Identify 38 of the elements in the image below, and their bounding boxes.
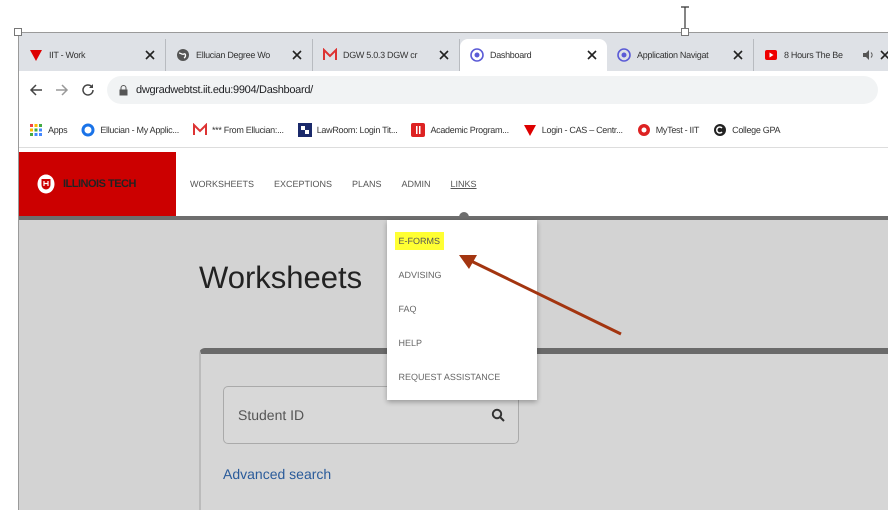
browser-tab[interactable]: Dashboard bbox=[460, 39, 607, 71]
bookmark-label: MyTest - IIT bbox=[656, 125, 700, 135]
bookmark-label: College GPA bbox=[732, 125, 780, 135]
tab-title: IIT - Work bbox=[49, 50, 86, 60]
tab-title: 8 Hours The Be bbox=[784, 50, 844, 60]
bookmark[interactable]: Academic Program... bbox=[411, 123, 509, 137]
bookmark[interactable]: Apps bbox=[29, 123, 68, 137]
nav-link[interactable]: LINKS bbox=[450, 179, 477, 189]
bookmark[interactable]: College GPA bbox=[713, 123, 780, 137]
bookmark-label: Login - CAS – Centr... bbox=[542, 125, 623, 135]
menu-item[interactable]: REQUEST ASSISTANCE bbox=[394, 368, 504, 386]
bookmark[interactable]: Login - CAS – Centr... bbox=[522, 123, 623, 137]
bookmark[interactable]: Ellucian - My Applic... bbox=[81, 123, 179, 137]
tab-title: Ellucian Degree Wo bbox=[196, 50, 271, 60]
menu-item[interactable]: E-FORMS bbox=[394, 232, 444, 250]
bookmark[interactable]: MyTest - IIT bbox=[636, 123, 700, 137]
nav-link[interactable]: ADMIN bbox=[402, 179, 431, 189]
bookmark[interactable]: *** From Ellucian:... bbox=[192, 123, 284, 137]
url-text: dwgradwebtst.iit.edu:9904/Dashboard/ bbox=[136, 84, 313, 96]
nav-link[interactable]: PLANS bbox=[352, 179, 382, 189]
tab-title: Application Navigat bbox=[637, 50, 710, 60]
bookmark[interactable]: LawRoom: Login Tit... bbox=[298, 123, 398, 137]
menu-item[interactable]: ADVISING bbox=[394, 266, 446, 284]
nav-link[interactable]: WORKSHEETS bbox=[190, 179, 254, 189]
tab-title: Dashboard bbox=[490, 50, 532, 60]
tab-title: DGW 5.0.3 DGW cr bbox=[343, 50, 418, 60]
bookmark-label: Ellucian - My Applic... bbox=[100, 125, 179, 135]
page-heading: Worksheets bbox=[199, 260, 362, 296]
bookmark-label: Apps bbox=[48, 125, 68, 135]
nav-link[interactable]: EXCEPTIONS bbox=[274, 179, 332, 189]
menu-item[interactable]: FAQ bbox=[394, 300, 421, 318]
bookmark-label: LawRoom: Login Tit... bbox=[316, 125, 398, 135]
bookmark-label: Academic Program... bbox=[430, 125, 509, 135]
menu-item[interactable]: HELP bbox=[394, 334, 426, 352]
address-bar[interactable]: dwgradwebtst.iit.edu:9904/Dashboard/ bbox=[107, 76, 878, 104]
advanced-search-link[interactable]: Advanced search bbox=[223, 466, 332, 482]
bookmark-label: *** From Ellucian:... bbox=[212, 125, 284, 135]
logo-text: ILLINOIS TECH bbox=[63, 178, 136, 190]
